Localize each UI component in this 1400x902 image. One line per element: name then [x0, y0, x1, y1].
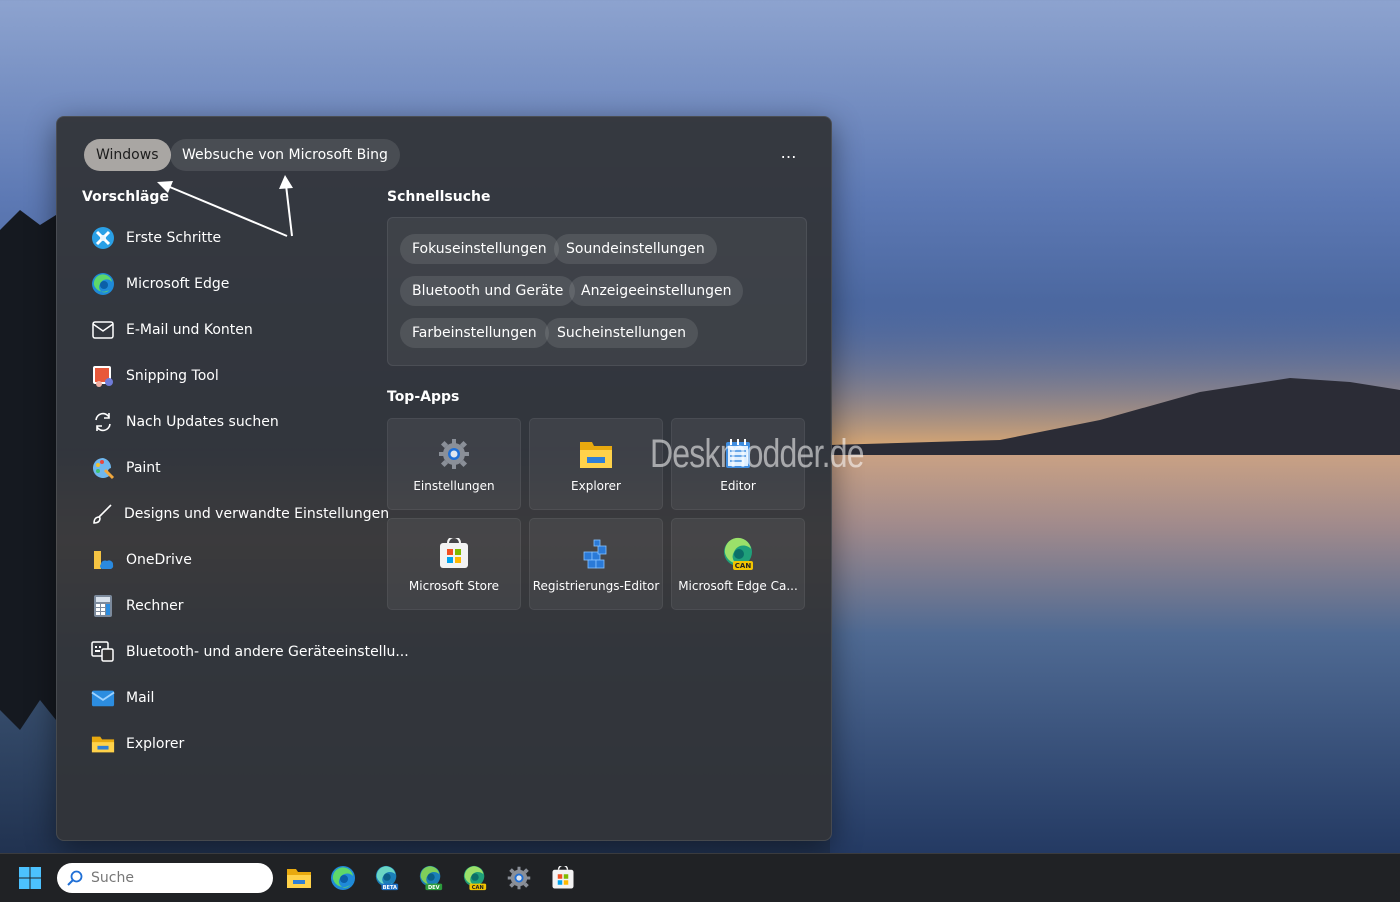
suggestion-item[interactable]: Rechner — [87, 586, 387, 626]
suggestion-label: OneDrive — [126, 552, 192, 568]
top-apps-title: Top-Apps — [387, 389, 460, 405]
suggestion-item[interactable]: Snipping Tool — [87, 356, 387, 396]
canary-badge: CAN — [735, 562, 752, 570]
top-app-tile[interactable]: Microsoft Store — [387, 518, 521, 610]
top-app-label: Registrierungs-Editor — [532, 579, 660, 593]
store-icon — [437, 537, 471, 571]
folder-icon — [91, 732, 115, 756]
suggestion-label: Nach Updates suchen — [126, 414, 279, 430]
refresh-icon — [91, 410, 115, 434]
suggestions-title: Vorschläge — [82, 189, 169, 205]
watermark: Deskmodder.de — [650, 432, 865, 476]
suggestion-item[interactable]: OneDrive — [87, 540, 387, 580]
snipping-tool-icon — [91, 364, 115, 388]
search-input[interactable] — [89, 869, 263, 887]
folder-icon — [579, 437, 613, 471]
suggestion-label: Rechner — [126, 598, 184, 614]
suggestion-item[interactable]: Bluetooth- und andere Geräteeinstellu... — [87, 632, 409, 672]
scope-windows-tab[interactable]: Windows — [84, 139, 171, 171]
taskbar-search-box[interactable] — [57, 863, 273, 893]
suggestion-item[interactable]: Erste Schritte — [87, 218, 387, 258]
edge-dev-icon[interactable]: DEV — [418, 865, 444, 891]
suggestion-label: Microsoft Edge — [126, 276, 230, 292]
store-icon[interactable] — [550, 865, 576, 891]
top-app-tile[interactable]: Einstellungen — [387, 418, 521, 510]
top-app-tile[interactable]: Registrierungs-Editor — [529, 518, 663, 610]
start-button[interactable] — [19, 867, 41, 889]
quick-search-chip[interactable]: Soundeinstellungen — [554, 234, 717, 264]
suggestion-label: Designs und verwandte Einstellungen — [124, 506, 390, 522]
quick-search-box: Fokuseinstellungen Soundeinstellungen Bl… — [387, 217, 807, 366]
settings-gear-icon[interactable] — [506, 865, 532, 891]
top-app-label: Explorer — [571, 479, 621, 493]
suggestion-item[interactable]: Nach Updates suchen — [87, 402, 387, 442]
folder-icon[interactable] — [286, 865, 312, 891]
suggestion-item[interactable]: E-Mail und Konten — [87, 310, 387, 350]
top-app-label: Editor — [720, 479, 756, 493]
suggestion-item[interactable]: Microsoft Edge — [87, 264, 387, 304]
beta-badge: BETA — [383, 885, 397, 891]
top-app-label: Microsoft Store — [408, 579, 500, 593]
suggestion-label: Snipping Tool — [126, 368, 219, 384]
suggestion-label: Paint — [126, 460, 161, 476]
search-icon — [67, 870, 83, 886]
suggestion-label: Mail — [126, 690, 155, 706]
top-app-tile[interactable]: CAN Microsoft Edge Ca... — [671, 518, 805, 610]
quick-search-chip[interactable]: Bluetooth und Geräte — [400, 276, 576, 306]
calculator-icon — [91, 594, 115, 618]
canary-badge: CAN — [472, 885, 484, 891]
top-app-label: Einstellungen — [413, 479, 495, 493]
search-panel: Windows Websuche von Microsoft Bing … Vo… — [56, 116, 832, 841]
taskbar: BETA DEV CAN — [0, 853, 1400, 902]
mail-outline-icon — [91, 318, 115, 342]
suggestion-label: Bluetooth- und andere Geräteeinstellu... — [126, 644, 409, 660]
dev-badge: DEV — [428, 885, 440, 891]
get-started-icon — [91, 226, 115, 250]
suggestion-item[interactable]: Mail — [87, 678, 387, 718]
edge-beta-icon[interactable]: BETA — [374, 865, 400, 891]
suggestion-item[interactable]: Explorer — [87, 724, 387, 764]
windows-logo-icon — [19, 867, 41, 889]
edge-canary-icon: CAN — [721, 537, 755, 571]
onedrive-folder-icon — [91, 548, 115, 572]
devices-icon — [91, 640, 115, 664]
suggestion-item[interactable]: Paint — [87, 448, 387, 488]
quick-search-title: Schnellsuche — [387, 189, 491, 205]
edge-canary-icon[interactable]: CAN — [462, 865, 488, 891]
scope-bing-tab[interactable]: Websuche von Microsoft Bing — [170, 139, 400, 171]
quick-search-chip[interactable]: Farbeinstellungen — [400, 318, 549, 348]
suggestion-label: Erste Schritte — [126, 230, 222, 246]
more-options-icon[interactable]: … — [777, 145, 801, 165]
brush-icon — [91, 502, 113, 526]
settings-gear-icon — [437, 437, 471, 471]
edge-icon — [91, 272, 115, 296]
quick-search-chip[interactable]: Anzeigeeinstellungen — [569, 276, 744, 306]
paint-icon — [91, 456, 115, 480]
top-app-tile[interactable]: Explorer — [529, 418, 663, 510]
top-app-label: Microsoft Edge Ca... — [678, 579, 798, 593]
suggestion-label: Explorer — [126, 736, 185, 752]
mail-app-icon — [91, 686, 115, 710]
quick-search-chip[interactable]: Fokuseinstellungen — [400, 234, 559, 264]
regedit-icon — [579, 537, 613, 571]
suggestion-item[interactable]: Designs und verwandte Einstellungen — [87, 494, 390, 534]
quick-search-chip[interactable]: Sucheinstellungen — [545, 318, 699, 348]
edge-icon[interactable] — [330, 865, 356, 891]
suggestion-label: E-Mail und Konten — [126, 322, 253, 338]
